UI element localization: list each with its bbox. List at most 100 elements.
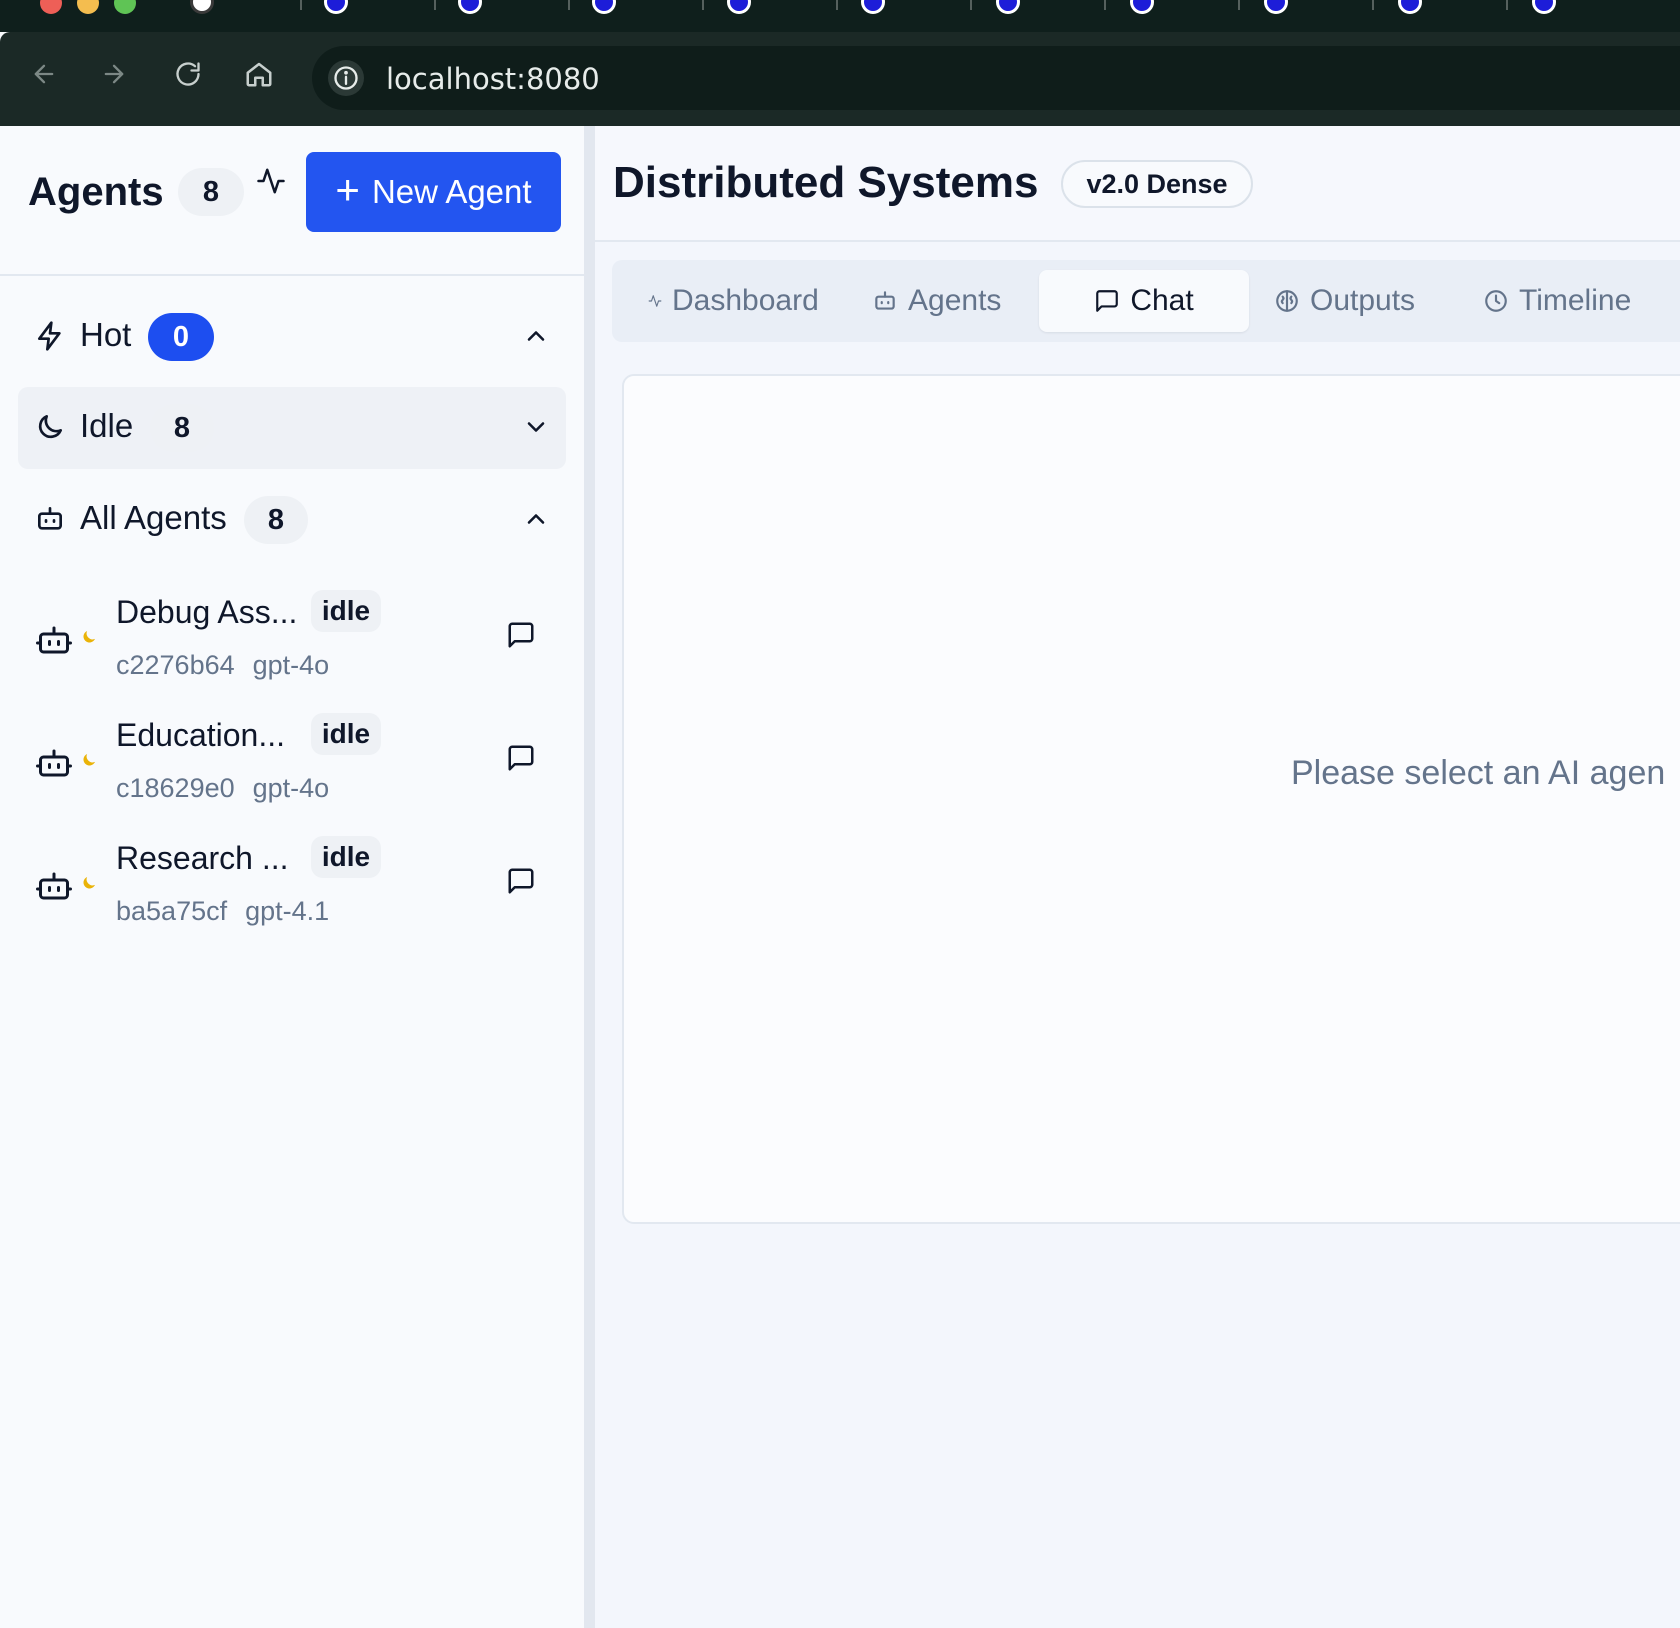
browser-tab-favicon[interactable] bbox=[458, 0, 482, 14]
back-button[interactable] bbox=[26, 56, 62, 92]
main-header: Distributed Systems v2.0 Dense bbox=[595, 126, 1680, 242]
chat-panel: Please select an AI agen bbox=[622, 374, 1680, 1224]
bot-icon bbox=[875, 291, 895, 310]
tab-dashboard[interactable]: Dashboard bbox=[640, 270, 827, 332]
agent-list-item[interactable]: Education... idle c18629e0 gpt-4o bbox=[18, 703, 566, 821]
browser-tab-favicon[interactable] bbox=[861, 0, 885, 14]
main-content: Distributed Systems v2.0 Dense Dashboard… bbox=[595, 126, 1680, 1628]
browser-tab-favicon[interactable] bbox=[1130, 0, 1154, 14]
sidebar-title: Agents bbox=[28, 170, 164, 214]
zap-icon bbox=[38, 321, 61, 351]
tab-dashboard-label: Dashboard bbox=[672, 284, 819, 317]
empty-state-message: Please select an AI agen bbox=[1291, 754, 1666, 792]
home-button[interactable] bbox=[241, 56, 277, 92]
browser-tab-strip bbox=[0, 0, 1680, 32]
new-agent-button[interactable]: + New Agent bbox=[306, 152, 561, 232]
moon-icon bbox=[83, 877, 95, 889]
agent-name: Education... bbox=[116, 717, 285, 753]
tab-outputs-label: Outputs bbox=[1310, 284, 1416, 317]
close-window-dot[interactable] bbox=[40, 0, 62, 14]
agents-count-badge: 8 bbox=[178, 168, 244, 216]
agent-model: gpt-4.1 bbox=[245, 896, 330, 926]
tab-timeline-label: Timeline bbox=[1519, 284, 1632, 317]
arrow-left-icon bbox=[34, 64, 54, 84]
agent-name: Research ... bbox=[116, 840, 289, 876]
chevron-down-icon[interactable] bbox=[522, 413, 550, 441]
tab-agents-label: Agents bbox=[908, 284, 1002, 317]
tab-outputs[interactable]: Outputs bbox=[1266, 270, 1423, 332]
reload-icon bbox=[176, 62, 200, 86]
minimize-window-dot[interactable] bbox=[77, 0, 99, 14]
message-square-icon[interactable] bbox=[506, 743, 536, 773]
agent-status-badge: idle bbox=[311, 713, 381, 755]
agent-status-badge: idle bbox=[311, 836, 381, 878]
tab-chat-label: Chat bbox=[1130, 284, 1194, 317]
browser-tab-favicon[interactable] bbox=[190, 0, 214, 14]
group-idle-label: Idle bbox=[80, 407, 134, 444]
moon-icon bbox=[38, 415, 62, 439]
plus-icon: + bbox=[335, 166, 360, 213]
bot-icon bbox=[36, 749, 72, 777]
group-hot-label: Hot bbox=[80, 316, 132, 353]
bot-icon bbox=[36, 626, 72, 654]
activity-icon[interactable] bbox=[256, 166, 286, 196]
agent-status-badge: idle bbox=[311, 590, 381, 632]
browser-toolbar: localhost:8080 bbox=[0, 32, 1680, 126]
moon-icon bbox=[83, 754, 95, 766]
agent-list-item[interactable]: Debug Ass... idle c2276b64 gpt-4o bbox=[18, 580, 566, 698]
tab-chat[interactable]: Chat bbox=[1039, 270, 1249, 332]
clock-icon bbox=[1485, 290, 1507, 312]
group-all-agents-label: All Agents bbox=[80, 499, 227, 536]
home-icon bbox=[246, 62, 272, 87]
agent-model: gpt-4o bbox=[252, 773, 330, 803]
agent-id: c2276b64 bbox=[116, 650, 235, 680]
message-square-icon[interactable] bbox=[506, 620, 536, 650]
browser-tab-favicon[interactable] bbox=[996, 0, 1020, 14]
agent-list-item[interactable]: Research ... idle ba5a75cf gpt-4.1 bbox=[18, 826, 566, 944]
maximize-window-dot[interactable] bbox=[114, 0, 136, 14]
agent-id: ba5a75cf bbox=[116, 896, 228, 926]
bot-icon bbox=[38, 507, 62, 530]
chevron-up-icon[interactable] bbox=[522, 505, 550, 533]
group-all-agents[interactable]: All Agents 8 bbox=[18, 479, 566, 561]
reload-button[interactable] bbox=[170, 56, 206, 92]
group-all-agents-count: 8 bbox=[244, 496, 308, 544]
activity-icon bbox=[648, 295, 662, 307]
sidebar-resize-handle[interactable] bbox=[584, 126, 595, 1628]
sidebar-header: Agents 8 + New Agent bbox=[0, 126, 584, 276]
browser-tab-favicon[interactable] bbox=[1264, 0, 1288, 14]
address-bar-url[interactable]: localhost:8080 bbox=[386, 62, 600, 96]
agent-meta: ba5a75cf gpt-4.1 bbox=[116, 896, 329, 927]
arrow-right-icon bbox=[104, 64, 124, 84]
agent-meta: c18629e0 gpt-4o bbox=[116, 773, 329, 804]
group-idle[interactable]: Idle 8 bbox=[18, 387, 566, 469]
forward-button[interactable] bbox=[96, 56, 132, 92]
agent-id: c18629e0 bbox=[116, 773, 235, 803]
tab-agents[interactable]: Agents bbox=[864, 270, 1009, 332]
version-badge: v2.0 Dense bbox=[1061, 160, 1253, 208]
browser-tab-favicon[interactable] bbox=[1532, 0, 1556, 14]
site-info-icon[interactable] bbox=[328, 60, 364, 96]
group-idle-count: 8 bbox=[150, 404, 214, 452]
browser-tab-favicon[interactable] bbox=[324, 0, 348, 14]
address-bar[interactable]: localhost:8080 bbox=[312, 46, 1680, 110]
brain-icon bbox=[1276, 290, 1298, 312]
browser-tab-favicon[interactable] bbox=[592, 0, 616, 14]
message-square-icon bbox=[1096, 290, 1119, 312]
new-agent-label: New Agent bbox=[371, 173, 532, 210]
view-tabs: Dashboard Agents Chat Outputs Timeline bbox=[612, 260, 1680, 342]
tab-timeline[interactable]: Timeline bbox=[1475, 270, 1639, 332]
chevron-up-icon[interactable] bbox=[522, 322, 550, 350]
browser-tab-favicon[interactable] bbox=[1398, 0, 1422, 14]
agents-sidebar: Agents 8 + New Agent Hot 0 Idle 8 All Ag… bbox=[0, 126, 584, 1628]
agent-meta: c2276b64 gpt-4o bbox=[116, 650, 329, 681]
moon-icon bbox=[83, 631, 95, 643]
page-title: Distributed Systems bbox=[613, 158, 1039, 207]
bot-icon bbox=[36, 872, 72, 900]
browser-tab-favicon[interactable] bbox=[727, 0, 751, 14]
agent-name: Debug Ass... bbox=[116, 594, 298, 630]
group-hot[interactable]: Hot 0 bbox=[18, 296, 566, 378]
group-hot-count: 0 bbox=[148, 313, 214, 361]
message-square-icon[interactable] bbox=[506, 866, 536, 896]
agent-model: gpt-4o bbox=[252, 650, 330, 680]
